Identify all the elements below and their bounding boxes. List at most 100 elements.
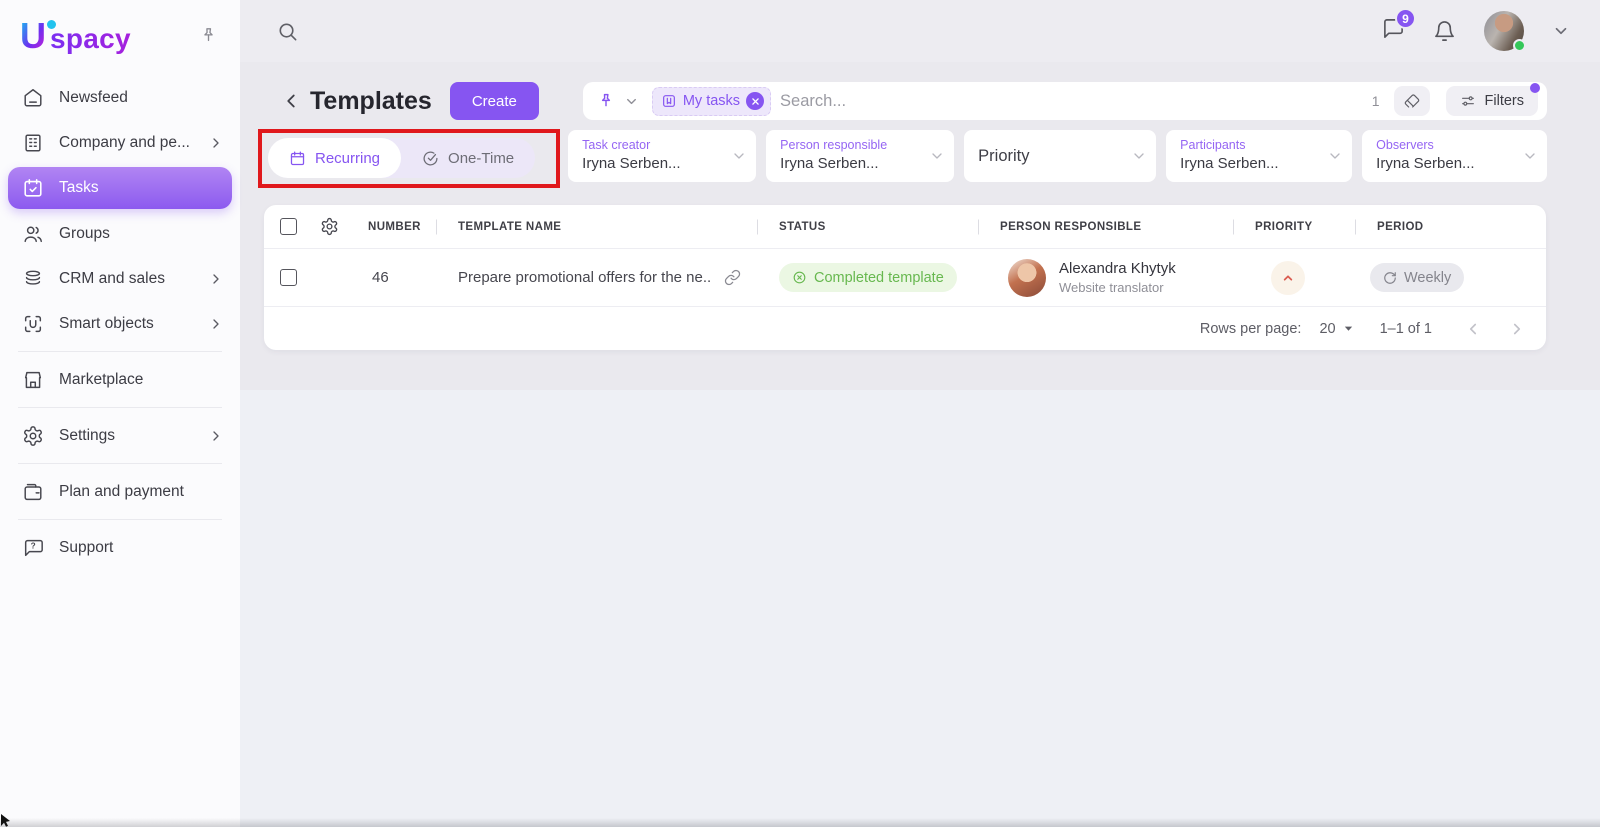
pin-icon[interactable] xyxy=(597,92,615,110)
logo-row: U spacy xyxy=(0,12,240,71)
rows-per-page-value: 20 xyxy=(1319,321,1335,337)
sidebar-pin-icon[interactable] xyxy=(199,26,218,45)
wallet-icon xyxy=(22,481,44,503)
table-row[interactable]: 46 Prepare promotional offers for the ne… xyxy=(264,248,1546,306)
row-number: 46 xyxy=(346,269,436,286)
controls-row: Recurring One-Time Task creator Iryna Se… xyxy=(268,120,1547,182)
sidebar-item-settings[interactable]: Settings xyxy=(0,413,240,458)
filter-observers[interactable]: Observers Iryna Serben... xyxy=(1362,130,1547,182)
link-icon[interactable] xyxy=(724,269,741,286)
sidebar-item-label: Marketplace xyxy=(59,371,143,389)
sidebar-item-marketplace[interactable]: Marketplace xyxy=(0,357,240,402)
filters-label: Filters xyxy=(1485,93,1524,109)
logo-dot xyxy=(47,20,56,29)
chip-close-icon[interactable] xyxy=(746,92,764,110)
search-input[interactable] xyxy=(780,92,1363,111)
column-header-number[interactable]: NUMBER xyxy=(346,221,436,233)
sidebar-item-plan-payment[interactable]: Plan and payment xyxy=(0,469,240,514)
chevron-down-icon xyxy=(731,148,747,164)
chat-button[interactable]: 9 xyxy=(1382,17,1405,45)
logo-letter: U xyxy=(20,18,46,54)
back-chevron-icon[interactable] xyxy=(280,90,302,112)
column-header-template-name[interactable]: TEMPLATE NAME xyxy=(436,221,757,233)
dropdown-arrow-icon xyxy=(1343,323,1354,334)
column-header-person-responsible[interactable]: PERSON RESPONSIBLE xyxy=(978,221,1233,233)
tab-label: One-Time xyxy=(448,150,514,167)
filter-participants[interactable]: Participants Iryna Serben... xyxy=(1166,130,1352,182)
database-icon xyxy=(22,268,44,290)
sidebar-item-support[interactable]: ? Support xyxy=(0,525,240,570)
logo-text: spacy xyxy=(50,23,131,55)
create-button[interactable]: Create xyxy=(450,82,539,120)
clear-filters-button[interactable] xyxy=(1394,86,1430,116)
my-tasks-chip[interactable]: My tasks xyxy=(652,87,771,116)
pagination-prev-icon[interactable] xyxy=(1464,320,1482,338)
result-count: 1 xyxy=(1372,93,1380,109)
page-header: Templates Create My tasks 1 Filt xyxy=(280,82,1547,120)
sidebar-item-groups[interactable]: Groups xyxy=(0,211,240,256)
help-bubble-icon: ? xyxy=(22,537,44,559)
sidebar-item-company[interactable]: Company and pe... xyxy=(0,120,240,165)
app-window: U spacy Newsfeed Company and pe... Tasks xyxy=(0,0,1600,827)
tab-recurring[interactable]: Recurring xyxy=(268,138,401,178)
column-header-status[interactable]: STATUS xyxy=(757,221,978,233)
filter-value: Iryna Serben... xyxy=(582,155,730,172)
chevron-down-icon xyxy=(1522,148,1538,164)
page-title: Templates xyxy=(310,87,432,116)
sidebar-divider xyxy=(18,519,222,520)
sidebar-item-label: Company and pe... xyxy=(59,134,190,152)
sidebar-item-crm[interactable]: CRM and sales xyxy=(0,256,240,301)
chevron-down-icon xyxy=(1327,148,1343,164)
rows-per-page-select[interactable]: 20 xyxy=(1319,321,1353,337)
sidebar-item-label: Groups xyxy=(59,225,110,243)
building-icon xyxy=(22,132,44,154)
sidebar-divider xyxy=(18,351,222,352)
gear-icon xyxy=(22,425,44,447)
topbar-actions: 9 xyxy=(1382,11,1570,51)
repeat-icon xyxy=(1383,271,1397,285)
filters-button[interactable]: Filters xyxy=(1446,86,1538,116)
bookmark-icon xyxy=(661,93,677,109)
chevron-down-icon[interactable] xyxy=(624,94,639,109)
uspacy-logo[interactable]: U spacy xyxy=(20,18,131,55)
filter-label: Task creator xyxy=(582,138,730,152)
template-name[interactable]: Prepare promotional offers for the ne... xyxy=(458,269,710,286)
user-avatar[interactable] xyxy=(1484,11,1524,51)
priority-high-indicator[interactable] xyxy=(1271,261,1305,295)
content: Templates Create My tasks 1 Filt xyxy=(240,62,1600,827)
column-header-priority[interactable]: PRIORITY xyxy=(1233,221,1355,233)
sidebar-item-label: CRM and sales xyxy=(59,270,165,288)
row-checkbox[interactable] xyxy=(280,269,297,286)
pagination-range: 1–1 of 1 xyxy=(1380,321,1432,337)
chevron-down-icon xyxy=(929,148,945,164)
calendar-check-icon xyxy=(22,177,44,199)
filter-label: Priority xyxy=(978,147,1029,166)
search-icon[interactable] xyxy=(276,20,299,43)
chevron-down-icon[interactable] xyxy=(1552,22,1570,40)
pagination-next-icon[interactable] xyxy=(1508,320,1526,338)
select-all-checkbox[interactable] xyxy=(280,218,297,235)
column-header-period[interactable]: PERIOD xyxy=(1355,221,1546,233)
sidebar-item-smart-objects[interactable]: Smart objects xyxy=(0,301,240,346)
eraser-icon xyxy=(1404,93,1420,109)
sidebar-item-tasks[interactable]: Tasks xyxy=(8,167,232,209)
filter-label: Participants xyxy=(1180,138,1326,152)
home-icon xyxy=(22,87,44,109)
person-responsible-cell[interactable]: Alexandra Khytyk Website translator xyxy=(978,259,1233,297)
filter-cards: Task creator Iryna Serben... Person resp… xyxy=(568,130,1547,182)
table-settings-gear-icon[interactable] xyxy=(320,217,339,236)
chevron-up-icon xyxy=(1280,270,1296,286)
online-status-dot xyxy=(1513,39,1526,52)
filter-person-responsible[interactable]: Person responsible Iryna Serben... xyxy=(766,130,954,182)
tab-label: Recurring xyxy=(315,150,380,167)
bell-icon[interactable] xyxy=(1433,20,1456,43)
filter-priority[interactable]: Priority xyxy=(964,130,1156,182)
sidebar-item-newsfeed[interactable]: Newsfeed xyxy=(0,75,240,120)
mouse-cursor xyxy=(0,813,12,827)
smart-objects-icon xyxy=(22,313,44,335)
store-icon xyxy=(22,369,44,391)
topbar: 9 xyxy=(240,0,1600,62)
check-circle-icon xyxy=(422,150,439,167)
tab-one-time[interactable]: One-Time xyxy=(401,138,535,178)
filter-task-creator[interactable]: Task creator Iryna Serben... xyxy=(568,130,756,182)
